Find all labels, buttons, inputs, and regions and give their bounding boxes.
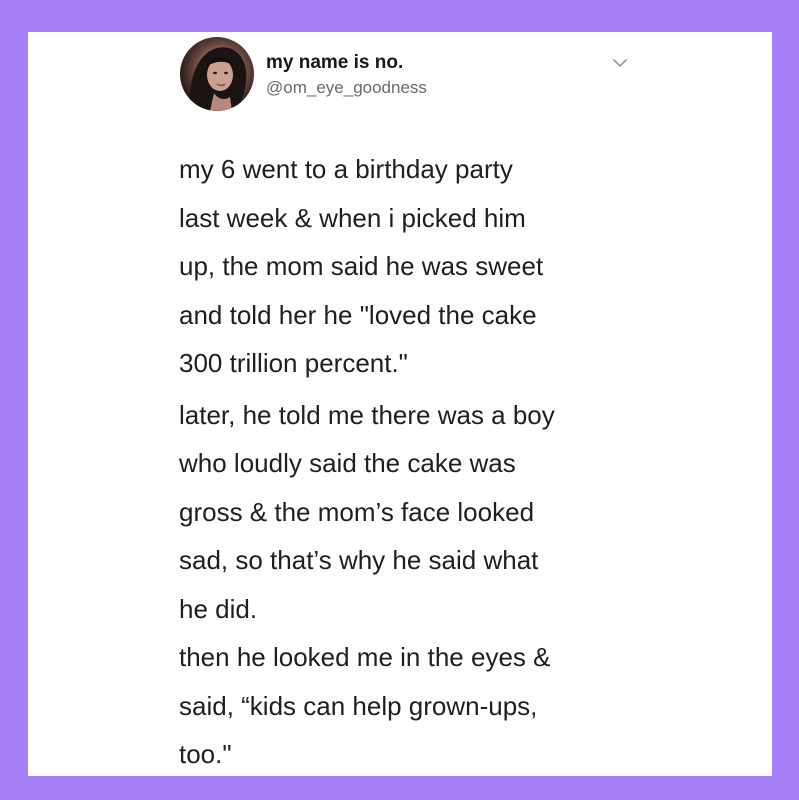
tweet-paragraph: then he looked me in the eyes & said, “k… [179,642,551,769]
tweet-paragraph: my 6 went to a birthday party last week … [179,154,544,378]
tweet-paragraph: later, he told me there was a boy who lo… [179,399,555,624]
chevron-down-icon[interactable] [611,56,629,70]
tweet-card: my name is no. @om_eye_goodness my 6 wen… [28,32,772,776]
author-handle[interactable]: @om_eye_goodness [266,78,427,98]
avatar-photo-icon [189,47,247,111]
author-display-name[interactable]: my name is no. [266,52,403,74]
avatar[interactable] [180,37,254,111]
tweet-text: my 6 went to a birthday party last week … [179,145,699,779]
